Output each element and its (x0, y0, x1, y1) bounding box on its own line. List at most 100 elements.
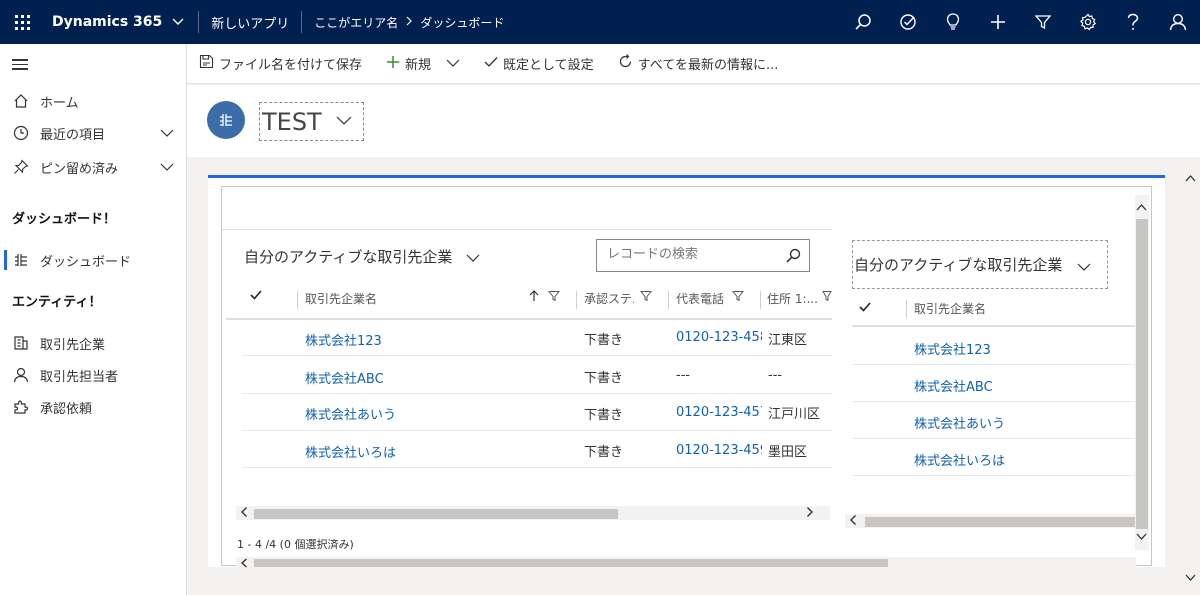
view-selector[interactable]: 自分のアクティブな取引先企業 (244, 246, 480, 267)
page-scrollbar[interactable] (1181, 157, 1200, 595)
column-divider (906, 300, 907, 318)
cell-status: 下書き (584, 408, 624, 423)
column-header-address[interactable]: 住所 1:... (767, 290, 817, 307)
panel-vertical-scrollbar[interactable] (1135, 195, 1149, 550)
cell-phone[interactable]: 0120-123-459... (676, 443, 762, 458)
cell-address: 墨田区 (768, 445, 808, 460)
chevron-right-icon[interactable] (806, 506, 814, 522)
chevron-left-icon[interactable] (849, 514, 857, 530)
column-header-phone[interactable]: 代表電話 (676, 290, 724, 307)
settings-icon[interactable] (1065, 0, 1110, 44)
chevron-down-icon[interactable] (160, 126, 174, 141)
cell-address: 江東区 (768, 333, 808, 348)
save-as-button[interactable]: ファイル名を付けて保存 (187, 44, 374, 84)
search-icon[interactable] (785, 248, 801, 268)
sidebar-item-dashboard[interactable]: ダッシュボード (0, 244, 186, 276)
search-icon[interactable] (840, 0, 885, 44)
dashboard-avatar-icon (207, 101, 245, 139)
cell-phone[interactable]: 0120-123-458... (676, 330, 762, 345)
cell-name[interactable]: 株式会社ABC (305, 368, 384, 387)
row-divider (242, 430, 832, 431)
view-selector[interactable]: 自分のアクティブな取引先企業 (852, 240, 1108, 289)
filter-icon[interactable] (548, 290, 560, 302)
sort-ascending-icon[interactable] (529, 290, 539, 302)
sidebar-item-approvals[interactable]: 承認依頼 (0, 391, 186, 423)
select-all-checkmark-icon[interactable] (250, 290, 262, 300)
cell-name[interactable]: 株式会社あいう (914, 413, 1005, 432)
cell-name[interactable]: 株式会社いろは (305, 442, 396, 461)
cell-name[interactable]: 株式会社あいう (305, 404, 396, 423)
filter-icon[interactable] (1020, 0, 1065, 44)
grid-horizontal-scrollbar[interactable] (845, 514, 1135, 528)
sidebar-item-accounts[interactable]: 取引先企業 (0, 327, 186, 359)
clock-icon (12, 124, 30, 142)
scrollbar-thumb[interactable] (254, 509, 618, 519)
cell-status: 下書き (584, 445, 624, 460)
divider (301, 11, 303, 33)
filter-icon[interactable] (822, 290, 832, 302)
set-default-button[interactable]: 既定として設定 (472, 44, 606, 84)
brand-name[interactable]: Dynamics 365 (52, 14, 162, 30)
chevron-down-icon[interactable] (1136, 529, 1147, 544)
divider (198, 11, 200, 33)
chevron-down-icon[interactable] (466, 248, 480, 266)
cell-name[interactable]: 株式会社いろは (914, 450, 1005, 469)
chevron-down-icon[interactable] (446, 56, 460, 71)
chevron-down-icon[interactable] (160, 160, 174, 175)
grid-horizontal-scrollbar[interactable] (236, 506, 830, 520)
chevron-right-icon (406, 15, 413, 29)
record-search-box[interactable] (596, 239, 810, 272)
chevron-down-icon[interactable] (1185, 570, 1196, 585)
scrollbar-thumb[interactable] (254, 559, 888, 567)
column-header-name[interactable]: 取引先企業名 (305, 290, 377, 307)
column-header-status[interactable]: 承認ステ... (584, 290, 634, 307)
sidebar-item-label: ダッシュボード (40, 254, 132, 270)
cell-name[interactable]: 株式会社ABC (914, 376, 993, 395)
chevron-down-icon[interactable] (1077, 260, 1091, 275)
cell-name[interactable]: 株式会社123 (914, 339, 991, 358)
refresh-all-button[interactable]: すべてを最新の情報に... (606, 44, 791, 84)
sidebar-item-contacts[interactable]: 取引先担当者 (0, 359, 186, 391)
dashboard-selector[interactable]: TEST (259, 102, 364, 141)
pin-icon (12, 158, 30, 176)
chevron-down-icon[interactable] (172, 18, 186, 26)
app-launcher-icon[interactable] (0, 0, 44, 44)
grid-title: 自分のアクティブな取引先企業 (244, 248, 453, 266)
breadcrumb-area[interactable]: ここがエリア名 (314, 14, 398, 31)
plus-icon (386, 55, 400, 73)
plus-icon[interactable] (975, 0, 1020, 44)
new-button[interactable]: 新規 (374, 44, 472, 84)
group-title-entity: エンティティ！ (12, 295, 102, 310)
chevron-left-icon[interactable] (240, 557, 248, 572)
panel-horizontal-scrollbar[interactable] (236, 557, 1136, 569)
search-input[interactable] (607, 247, 777, 262)
command-bar: ファイル名を付けて保存 新規 既定として設定 すべてを最新の情報に... (187, 44, 1200, 84)
puzzle-icon (12, 398, 30, 416)
task-icon[interactable] (885, 0, 930, 44)
lightbulb-icon[interactable] (930, 0, 975, 44)
chevron-up-icon[interactable] (1136, 200, 1147, 215)
header-divider (226, 318, 832, 320)
hamburger-menu-icon[interactable] (12, 59, 28, 73)
sidebar-item-home[interactable]: ホーム (0, 85, 186, 117)
column-divider (576, 291, 577, 309)
filter-icon[interactable] (732, 290, 744, 302)
scrollbar-thumb[interactable] (865, 517, 1135, 527)
user-icon[interactable] (1155, 0, 1200, 44)
filter-icon[interactable] (640, 290, 652, 302)
grid-title: 自分のアクティブな取引先企業 (854, 256, 1063, 274)
cell-address: --- (768, 368, 783, 383)
sidebar-item-pinned[interactable]: ピン留め済み (0, 151, 186, 183)
chevron-up-icon[interactable] (1185, 171, 1196, 186)
scrollbar-thumb[interactable] (1136, 219, 1148, 529)
app-name[interactable]: 新しいアプリ (211, 13, 289, 32)
cell-phone[interactable]: 0120-123-457... (676, 405, 762, 420)
chevron-left-icon[interactable] (240, 506, 248, 522)
cell-name[interactable]: 株式会社123 (305, 330, 382, 349)
select-all-checkmark-icon[interactable] (859, 302, 871, 312)
header-divider (852, 325, 1136, 327)
column-header-name[interactable]: 取引先企業名 (914, 300, 986, 317)
chevron-down-icon[interactable] (336, 114, 352, 129)
help-icon[interactable] (1110, 0, 1155, 44)
sidebar-item-recent[interactable]: 最近の項目 (0, 117, 186, 149)
